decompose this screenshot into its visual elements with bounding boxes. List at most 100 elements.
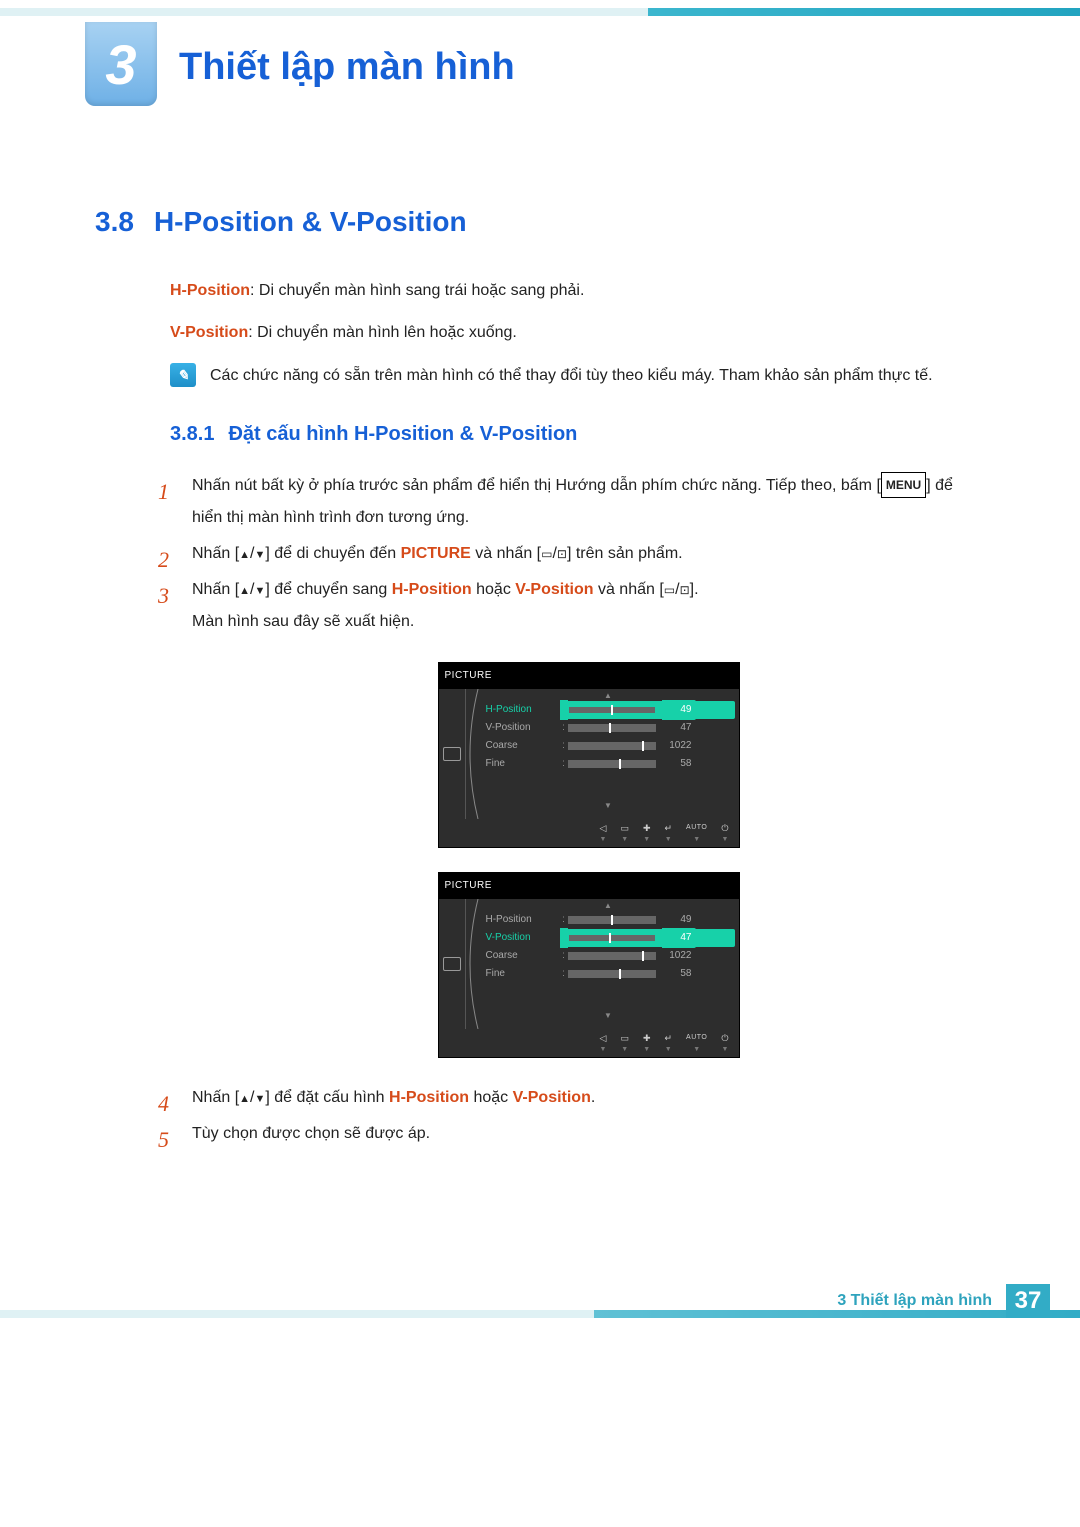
osd-row-slider	[568, 742, 656, 750]
osd-row-value: 49	[662, 700, 696, 720]
term-v-position: V-Position	[170, 324, 248, 341]
definition-v-position: V-Position: Di chuyển màn hình lên hoặc …	[170, 320, 985, 346]
keyword-h-position: H-Position	[389, 1089, 469, 1106]
osd-btn-plus: ✚	[643, 1033, 651, 1055]
osd-panel-2: PICTURE ▲ H-Position:49V-Position:47Coar…	[438, 872, 740, 1058]
picture-mode-icon	[443, 747, 461, 761]
note-icon: ✎	[170, 363, 196, 387]
step-3-text-b: ] để chuyển sang	[265, 581, 391, 598]
osd-row-slider	[568, 952, 656, 960]
keyword-h-position: H-Position	[392, 581, 472, 598]
osd-row-label: Coarse	[482, 736, 560, 756]
definition-v-text: : Di chuyển màn hình lên hoặc xuống.	[248, 324, 517, 341]
subsection-number: 3.8.1	[170, 423, 214, 445]
osd-row-value: 47	[662, 928, 696, 948]
osd-row-sep: :	[560, 928, 568, 948]
step-3-text-f: Màn hình sau đây sẽ xuất hiện.	[192, 613, 414, 630]
section-heading: 3.8H-Position & V-Position	[95, 206, 985, 238]
step-2-text-a: Nhấn [	[192, 545, 239, 562]
osd-side-icon-col	[439, 689, 466, 819]
osd-row-sep: :	[560, 946, 568, 966]
osd-side-icon-col	[439, 899, 466, 1029]
osd-row: Coarse:1022	[482, 737, 735, 755]
step-3-text-a: Nhấn [	[192, 581, 239, 598]
osd-row-label: Fine	[482, 754, 560, 774]
step-3: Nhấn [/] để chuyển sang H-Position hoặc …	[150, 574, 985, 1058]
keyword-v-position: V-Position	[513, 1089, 591, 1106]
osd-row-slider	[568, 916, 656, 924]
step-1: Nhấn nút bất kỳ ở phía trước sản phẩm để…	[150, 470, 985, 534]
osd-btn-power: ⏻	[721, 1033, 728, 1055]
osd-btn-power: ⏻	[721, 823, 728, 845]
osd-row-slider	[568, 970, 656, 978]
slider-tick-icon	[611, 705, 613, 715]
osd-row-label: H-Position	[482, 910, 560, 930]
osd-row-sep: :	[560, 700, 568, 720]
slider-tick-icon	[609, 723, 611, 733]
osd-row: H-Position: 49	[482, 701, 735, 719]
definition-h-text: : Di chuyển màn hình sang trái hoặc sang…	[250, 282, 584, 299]
osd-row-label: V-Position	[482, 718, 560, 738]
osd-row-slider	[568, 724, 656, 732]
slider-tick-icon	[619, 969, 621, 979]
menu-key-icon: MENU	[881, 472, 926, 498]
step-4-text-d: .	[591, 1089, 595, 1106]
osd-arc	[466, 689, 480, 819]
osd-row-slider	[568, 934, 656, 942]
term-h-position: H-Position	[170, 282, 250, 299]
osd-row-value: 58	[662, 964, 696, 984]
chapter-number-badge: 3	[85, 22, 157, 106]
osd-btn-minus: ▭	[620, 1033, 629, 1055]
step-4-text-a: Nhấn [	[192, 1089, 239, 1106]
triangle-down-icon	[254, 581, 265, 598]
footer-page-number: 37	[1006, 1284, 1050, 1318]
osd-btn-plus: ✚	[643, 823, 651, 845]
triangle-up-icon	[239, 1089, 250, 1106]
osd-button-bar: ◁ ▭ ✚ ↵ AUTO ⏻	[439, 1029, 739, 1057]
step-5: Tùy chọn được chọn sẽ được áp.	[150, 1118, 985, 1150]
osd-button-bar: ◁ ▭ ✚ ↵ AUTO ⏻	[439, 819, 739, 847]
osd-row-value: 47	[662, 718, 696, 738]
osd-title: PICTURE	[439, 663, 739, 689]
osd-row: Coarse:1022	[482, 947, 735, 965]
step-3-text-d: và nhấn [	[594, 581, 664, 598]
triangle-down-icon	[254, 545, 265, 562]
section-title: H-Position & V-Position	[154, 206, 467, 237]
keyword-v-position: V-Position	[515, 581, 593, 598]
definition-h-position: H-Position: Di chuyển màn hình sang trái…	[170, 278, 985, 304]
osd-row: V-Position: 47	[482, 719, 735, 737]
step-3-text-e: ].	[690, 581, 699, 598]
osd-row-sep: :	[560, 754, 568, 774]
slider-tick-icon	[642, 951, 644, 961]
source-icon-b	[680, 581, 690, 598]
triangle-up-icon	[239, 545, 250, 562]
step-4-text-c: hoặc	[469, 1089, 513, 1106]
osd-btn-auto: AUTO	[686, 1033, 707, 1055]
chapter-header: 3 Thiết lập màn hình	[0, 22, 1080, 106]
osd-panel-1: PICTURE ▲ H-Position:49V-Position:47Coar…	[438, 662, 740, 848]
osd-row-label: V-Position	[482, 928, 560, 948]
osd-row-value: 58	[662, 754, 696, 774]
osd-row-sep: :	[560, 964, 568, 984]
osd-row-label: Fine	[482, 964, 560, 984]
slider-tick-icon	[609, 933, 611, 943]
step-2-text-b: ] để di chuyển đến	[265, 545, 400, 562]
osd-row-sep: :	[560, 718, 568, 738]
osd-row-label: H-Position	[482, 700, 560, 720]
footer: 3 Thiết lập màn hình 37	[0, 1310, 1080, 1328]
osd-row: V-Position: 47	[482, 929, 735, 947]
step-4: Nhấn [/] để đặt cấu hình H-Position hoặc…	[150, 1082, 985, 1114]
osd-list: ▲ H-Position:49V-Position:47Coarse:1022F…	[480, 689, 739, 819]
chevron-down-icon: ▼	[482, 801, 735, 811]
slider-tick-icon	[611, 915, 613, 925]
osd-btn-enter: ↵	[665, 823, 673, 845]
chevron-down-icon: ▼	[482, 1011, 735, 1021]
osd-row: H-Position:49	[482, 911, 735, 929]
triangle-up-icon	[239, 581, 250, 598]
step-4-text-b: ] để đặt cấu hình	[265, 1089, 389, 1106]
osd-btn-minus: ▭	[620, 823, 629, 845]
slider-tick-icon	[619, 759, 621, 769]
osd-row: Fine: 58	[482, 755, 735, 773]
chapter-title: Thiết lập màn hình	[179, 46, 515, 89]
footer-label: 3 Thiết lập màn hình	[837, 1292, 992, 1310]
